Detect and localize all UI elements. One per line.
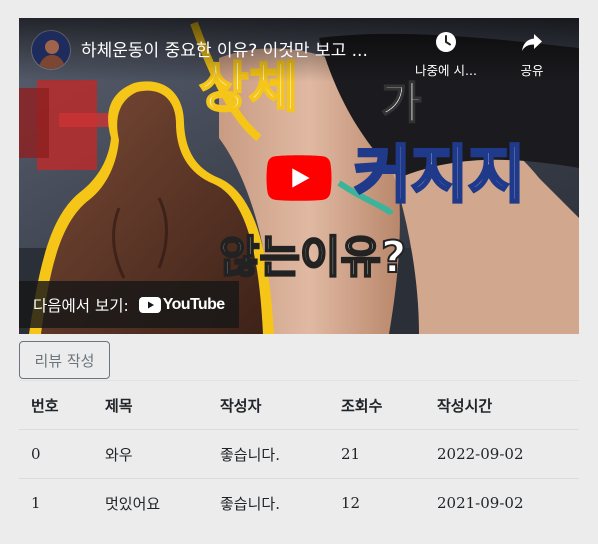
youtube-logo: YouTube: [138, 295, 225, 314]
youtube-wordmark: YouTube: [162, 295, 225, 313]
cell-title[interactable]: 와우: [93, 429, 208, 479]
column-header-author: 작성자: [208, 380, 329, 430]
cell-number: 0: [19, 429, 93, 479]
thumbnail-text-2: 커지지: [354, 138, 525, 211]
thumbnail-text-3: 않는이유?: [219, 232, 406, 283]
cell-author: 좋습니다.: [208, 478, 329, 528]
table-header-row: 번호 제목 작성자 조회수 작성시간: [19, 380, 579, 430]
share-icon: [522, 34, 542, 51]
play-icon[interactable]: [265, 155, 333, 201]
share-button[interactable]: 공유: [497, 30, 567, 79]
channel-avatar[interactable]: [31, 30, 71, 70]
watch-on-youtube[interactable]: 다음에서 보기: YouTube: [19, 281, 239, 328]
watch-on-label: 다음에서 보기:: [33, 296, 129, 315]
column-header-title: 제목: [93, 380, 208, 430]
cell-views: 21: [329, 429, 425, 479]
clock-icon: [436, 32, 456, 52]
youtube-play-icon: [138, 296, 161, 313]
column-header-views: 조회수: [329, 380, 425, 430]
video-embed[interactable]: 상체 가 커지지 않는이유? 하체운동이 중요한 이유? 이것만 보고 ... …: [19, 18, 579, 334]
watch-later-label: 나중에 시...: [415, 63, 477, 78]
column-header-number: 번호: [19, 380, 93, 430]
cell-created: 2022-09-02: [425, 429, 579, 479]
video-title[interactable]: 하체운동이 중요한 이유? 이것만 보고 ...: [81, 36, 411, 61]
review-table: 번호 제목 작성자 조회수 작성시간 0 와우 좋습니다. 21 2022-09…: [19, 380, 579, 528]
thumbnail-text-1b: 가: [381, 78, 421, 129]
cell-created: 2021-09-02: [425, 478, 579, 528]
cell-author: 좋습니다.: [208, 429, 329, 479]
cell-views: 12: [329, 478, 425, 528]
cell-number: 1: [19, 478, 93, 528]
watch-later-button[interactable]: 나중에 시...: [411, 30, 481, 79]
table-row[interactable]: 0 와우 좋습니다. 21 2022-09-02: [19, 429, 579, 479]
column-header-created: 작성시간: [425, 380, 579, 430]
table-row[interactable]: 1 멋있어요 좋습니다. 12 2021-09-02: [19, 478, 579, 528]
share-label: 공유: [520, 63, 544, 78]
cell-title[interactable]: 멋있어요: [93, 478, 208, 528]
write-review-button[interactable]: 리뷰 작성: [19, 341, 110, 379]
